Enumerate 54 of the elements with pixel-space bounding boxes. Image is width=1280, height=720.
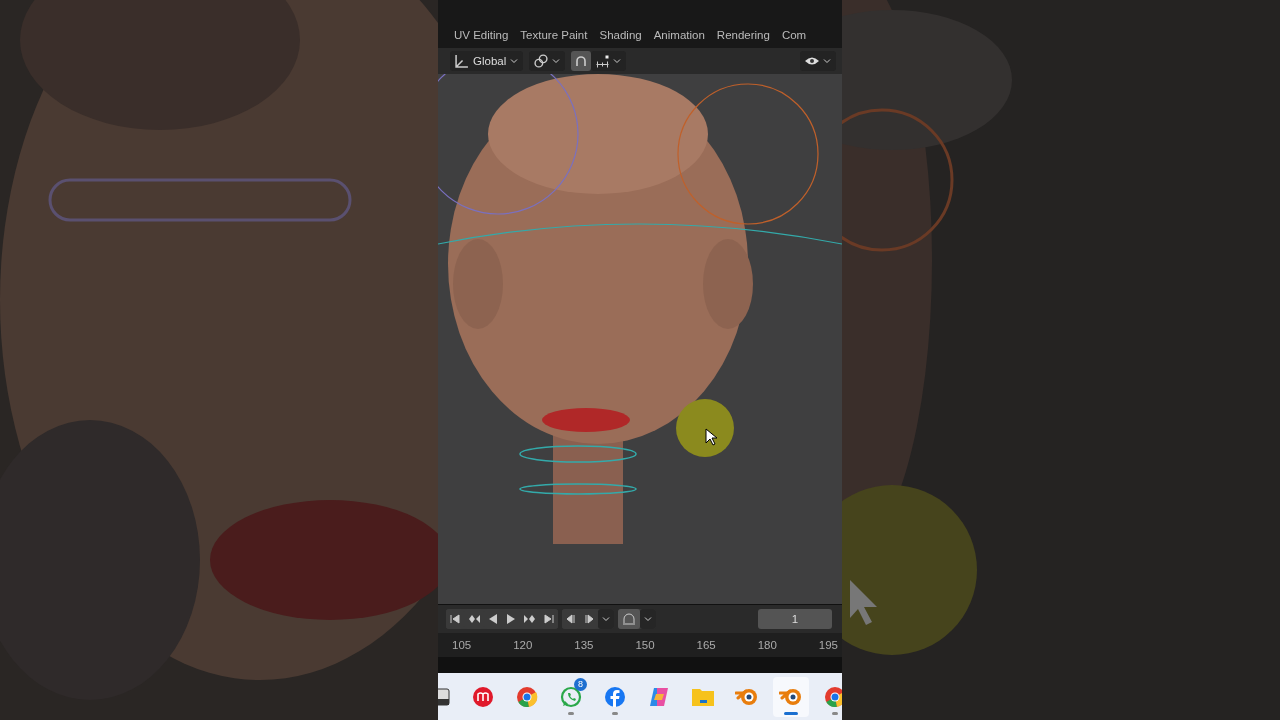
frame-number: 120 (513, 639, 533, 651)
taskbar-app-button[interactable] (773, 676, 809, 717)
keying-dropdown[interactable] (640, 609, 656, 629)
workspace-tab[interactable]: Texture Paint (514, 29, 594, 41)
blender-logo-icon (735, 687, 759, 706)
chat-phone-icon (560, 685, 582, 708)
axes-icon (455, 54, 469, 68)
f-logo-icon (604, 685, 626, 708)
frame-number: 105 (452, 639, 472, 651)
linked-rings-icon (534, 54, 549, 68)
workspace-tab[interactable]: Com (775, 29, 813, 41)
workspace-tab[interactable]: Shading (593, 29, 648, 41)
arch-icon (622, 613, 636, 625)
workspace-tab[interactable]: Animation (647, 29, 711, 41)
caret-icon (613, 58, 622, 64)
next-keyframe-icon (524, 614, 536, 624)
previous-keyframe-icon (468, 614, 480, 624)
visibility-dropdown[interactable] (800, 51, 836, 71)
m-logo-icon (472, 685, 494, 708)
auto-keying-button[interactable] (618, 609, 640, 629)
frame-number: 135 (574, 639, 594, 651)
frame-number: 195 (818, 639, 838, 651)
folder-icon (691, 687, 715, 706)
snap-grid-icon (596, 54, 610, 68)
blender-logo-icon (779, 687, 803, 706)
caret-icon (510, 58, 519, 64)
transform-orientation-dropdown[interactable]: Global (450, 51, 524, 71)
taskbar-app-button[interactable]: 8 (553, 676, 589, 717)
caret-icon (552, 58, 561, 64)
frame-number: 150 (635, 639, 655, 651)
eye-icon (805, 57, 819, 65)
pivot-dropdown[interactable] (529, 51, 566, 71)
notification-count: 8 (574, 677, 587, 691)
caret-icon (602, 616, 610, 622)
workspace-tab[interactable]: UV Editing (448, 29, 515, 41)
frame-number: 165 (696, 639, 716, 651)
swirl-logo-icon (648, 686, 670, 707)
magnet-icon (576, 56, 587, 66)
jump-start-icon (450, 614, 460, 624)
play-reverse-icon (488, 614, 498, 624)
step-back-icon (566, 614, 576, 624)
snap-toggle[interactable] (571, 51, 592, 71)
cursor-icon (705, 428, 717, 446)
step-forward-icon (584, 614, 594, 624)
caret-icon (823, 58, 831, 64)
playback-dropdown[interactable] (598, 609, 614, 629)
frame-number: 180 (757, 639, 777, 651)
browser-icon (516, 685, 538, 708)
current-frame-field[interactable]: 1 (758, 609, 832, 629)
jump-end-icon (544, 614, 554, 624)
workspace-tab[interactable]: Rendering (710, 29, 776, 41)
caret-icon (644, 616, 652, 622)
snap-target-dropdown[interactable] (591, 51, 627, 71)
play-icon (506, 614, 516, 624)
